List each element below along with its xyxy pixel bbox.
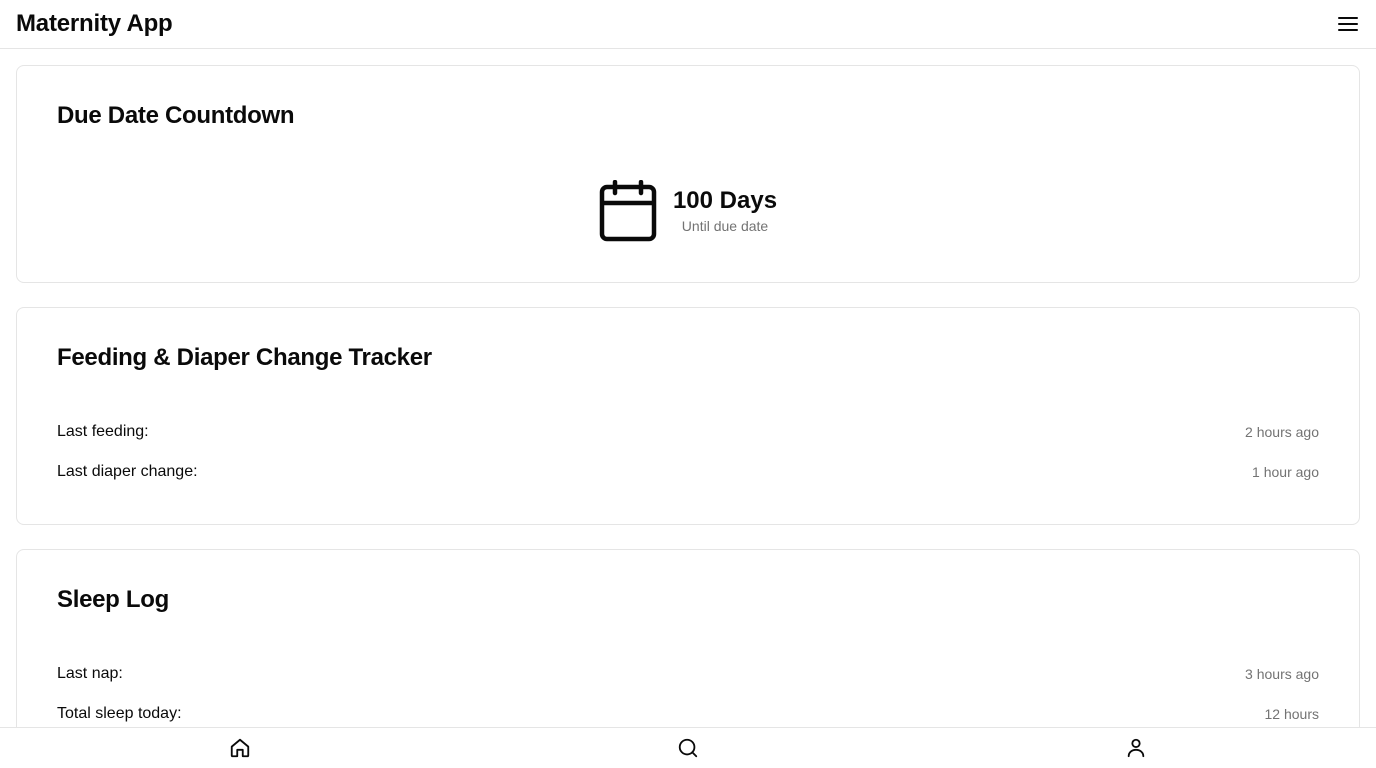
total-sleep-label: Total sleep today: — [57, 705, 182, 722]
app-title: Maternity App — [16, 10, 173, 37]
home-icon — [230, 738, 250, 758]
feeding-tracker-title: Feeding & Diaper Change Tracker — [57, 344, 432, 371]
calendar-icon — [599, 180, 657, 242]
nav-search-button[interactable] — [676, 736, 700, 760]
feeding-tracker-card: Feeding & Diaper Change Tracker Last fee… — [16, 307, 1360, 525]
last-nap-label: Last nap: — [57, 665, 123, 682]
last-feeding-label: Last feeding: — [57, 423, 149, 440]
list-item: Last nap: 3 hours ago — [57, 662, 1319, 686]
last-diaper-change-label: Last diaper change: — [57, 463, 198, 480]
search-icon — [678, 738, 698, 758]
countdown-text: 100 Days Until due date — [673, 187, 777, 236]
menu-button[interactable] — [1336, 12, 1360, 36]
nav-profile-button[interactable] — [1124, 736, 1148, 760]
due-date-title: Due Date Countdown — [57, 102, 295, 129]
due-date-card: Due Date Countdown 100 Days Until due da… — [16, 65, 1360, 283]
sleep-log-title: Sleep Log — [57, 586, 169, 613]
nav-home-button[interactable] — [228, 736, 252, 760]
total-sleep-value: 12 hours — [1264, 706, 1319, 722]
user-icon — [1127, 738, 1145, 758]
last-feeding-value: 2 hours ago — [1245, 424, 1319, 440]
last-diaper-change-value: 1 hour ago — [1252, 464, 1319, 480]
countdown-value: 100 Days — [672, 186, 778, 214]
countdown-subtitle: Until due date — [681, 217, 769, 234]
feeding-rows: Last feeding: 2 hours ago Last diaper ch… — [57, 420, 1319, 500]
main-content[interactable]: Due Date Countdown 100 Days Until due da… — [0, 49, 1376, 727]
bottom-nav — [0, 727, 1376, 768]
last-nap-value: 3 hours ago — [1245, 666, 1319, 682]
list-item: Last diaper change: 1 hour ago — [57, 460, 1319, 484]
list-item: Last feeding: 2 hours ago — [57, 420, 1319, 444]
countdown: 100 Days Until due date — [17, 180, 1359, 242]
app-header: Maternity App — [0, 0, 1376, 49]
sleep-log-card: Sleep Log Last nap: 3 hours ago Total sl… — [16, 549, 1360, 727]
hamburger-menu-icon — [1338, 17, 1358, 31]
list-item: Total sleep today: 12 hours — [57, 702, 1319, 726]
sleep-rows: Last nap: 3 hours ago Total sleep today:… — [57, 662, 1319, 727]
